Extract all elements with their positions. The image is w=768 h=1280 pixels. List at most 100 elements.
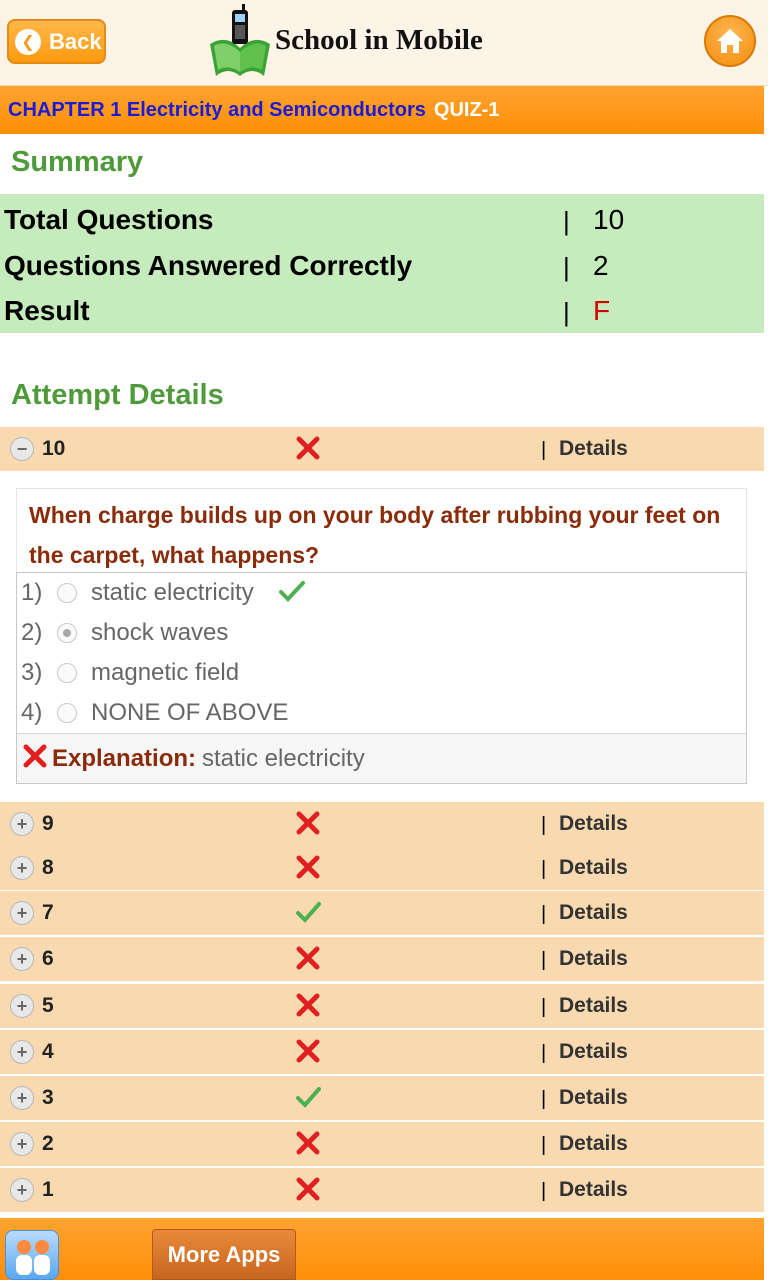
question-number: 7	[42, 901, 54, 924]
question-number: 5	[42, 994, 54, 1017]
radio-button-selected	[57, 623, 77, 643]
back-arrow-icon: ❮	[15, 28, 41, 55]
summary-value: 10	[593, 204, 625, 235]
question-number: 10	[42, 437, 66, 460]
home-button[interactable]	[704, 15, 756, 67]
back-button-label: Back	[49, 28, 102, 54]
home-icon	[717, 29, 743, 53]
summary-row-result: Result | F	[0, 289, 764, 335]
separator: |	[541, 439, 547, 461]
explanation-text: static electricity	[202, 745, 365, 772]
question-box: When charge builds up on your body after…	[16, 488, 747, 572]
quiz-label: QUIZ-1	[433, 98, 500, 121]
expand-icon[interactable]: +	[10, 812, 34, 836]
summary-row-total: Total Questions | 10	[0, 198, 764, 244]
wrong-x-icon	[296, 811, 320, 835]
option-text: NONE OF ABOVE	[91, 699, 289, 726]
option-number: 3)	[21, 659, 43, 686]
chapter-bar: CHAPTER 1 Electricity and Semiconductors…	[0, 86, 764, 134]
question-number: 3	[42, 1086, 54, 1109]
expand-icon[interactable]: +	[10, 901, 34, 925]
question-number: 4	[42, 1040, 54, 1063]
expand-icon[interactable]: +	[10, 947, 34, 971]
attempt-row[interactable]: +5 | Details	[0, 984, 764, 1028]
attempt-row[interactable]: −10 | Details	[0, 427, 764, 471]
wrong-x-icon	[296, 855, 320, 879]
option-text: static electricity	[91, 579, 254, 606]
phone-book-logo-icon	[210, 4, 270, 76]
details-link[interactable]: Details	[559, 1178, 628, 1202]
details-link[interactable]: Details	[559, 947, 628, 971]
details-link[interactable]: Details	[559, 994, 628, 1018]
summary-value: 2	[593, 250, 609, 281]
separator: |	[541, 1088, 547, 1110]
app-header: ❮ Back School in Mobile	[0, 0, 768, 86]
expand-icon[interactable]: +	[10, 856, 34, 880]
question-number: 9	[42, 812, 54, 835]
attempt-row[interactable]: +7 | Details	[0, 891, 764, 935]
attempt-row[interactable]: +8 | Details	[0, 846, 764, 890]
summary-panel: Total Questions | 10 Questions Answered …	[0, 194, 764, 333]
wrong-x-icon	[296, 946, 320, 970]
option-item: 1) static electricity	[17, 573, 746, 613]
option-number: 4)	[21, 699, 43, 726]
details-link[interactable]: Details	[559, 1040, 628, 1064]
people-icon[interactable]	[5, 1230, 59, 1280]
details-link[interactable]: Details	[559, 1132, 628, 1156]
separator: |	[563, 206, 570, 236]
correct-check-icon	[279, 581, 305, 602]
attempt-row[interactable]: +2 | Details	[0, 1122, 764, 1166]
attempt-row[interactable]: +9 | Details	[0, 802, 764, 846]
separator: |	[541, 1180, 547, 1202]
attempt-row[interactable]: +1 | Details	[0, 1168, 764, 1212]
more-apps-button[interactable]: More Apps	[152, 1229, 296, 1280]
separator: |	[563, 252, 570, 282]
radio-button	[57, 663, 77, 683]
separator: |	[563, 297, 570, 327]
chapter-title: CHAPTER 1 Electricity and Semiconductors	[8, 98, 426, 121]
back-button[interactable]: ❮ Back	[7, 19, 106, 64]
attempt-row[interactable]: +4 | Details	[0, 1030, 764, 1074]
attempt-row[interactable]: +3 | Details	[0, 1076, 764, 1120]
result-grade: F	[593, 295, 611, 326]
wrong-x-icon	[23, 744, 47, 768]
expand-icon[interactable]: +	[10, 1040, 34, 1064]
wrong-x-icon	[296, 1131, 320, 1155]
question-number: 1	[42, 1178, 54, 1201]
option-item: 3) magnetic field	[17, 653, 746, 693]
radio-button	[57, 583, 77, 603]
details-link[interactable]: Details	[559, 856, 628, 880]
details-link[interactable]: Details	[559, 437, 628, 461]
collapse-icon[interactable]: −	[10, 437, 34, 461]
expand-icon[interactable]: +	[10, 994, 34, 1018]
option-item: 4) NONE OF ABOVE	[17, 693, 746, 733]
attempt-row[interactable]: +6 | Details	[0, 937, 764, 981]
separator: |	[541, 858, 547, 880]
wrong-x-icon	[296, 1039, 320, 1063]
attempt-details-title: Attempt Details	[11, 379, 224, 411]
expand-icon[interactable]: +	[10, 1132, 34, 1156]
wrong-x-icon	[296, 993, 320, 1017]
radio-button	[57, 703, 77, 723]
explanation-row: Explanation: static electricity	[17, 733, 746, 783]
footer-bar: More Apps	[0, 1218, 764, 1280]
explanation-label: Explanation:	[52, 745, 197, 772]
options-list: 1) static electricity 2) shock waves 3) …	[16, 572, 747, 784]
summary-row-correct: Questions Answered Correctly | 2	[0, 244, 764, 290]
question-text: When charge builds up on your body after…	[29, 502, 721, 568]
app-title: School in Mobile	[275, 24, 483, 56]
option-item: 2) shock waves	[17, 613, 746, 653]
expand-icon[interactable]: +	[10, 1086, 34, 1110]
expand-icon[interactable]: +	[10, 1178, 34, 1202]
details-link[interactable]: Details	[559, 901, 628, 925]
wrong-x-icon	[296, 436, 320, 460]
option-number: 1)	[21, 579, 43, 606]
details-link[interactable]: Details	[559, 1086, 628, 1110]
people-glyph	[16, 1240, 50, 1275]
option-text: magnetic field	[91, 659, 240, 686]
summary-label: Result	[4, 295, 90, 326]
summary-label: Questions Answered Correctly	[4, 250, 413, 281]
correct-check-icon	[296, 1087, 321, 1108]
details-link[interactable]: Details	[559, 812, 628, 836]
wrong-x-icon	[296, 1177, 320, 1201]
